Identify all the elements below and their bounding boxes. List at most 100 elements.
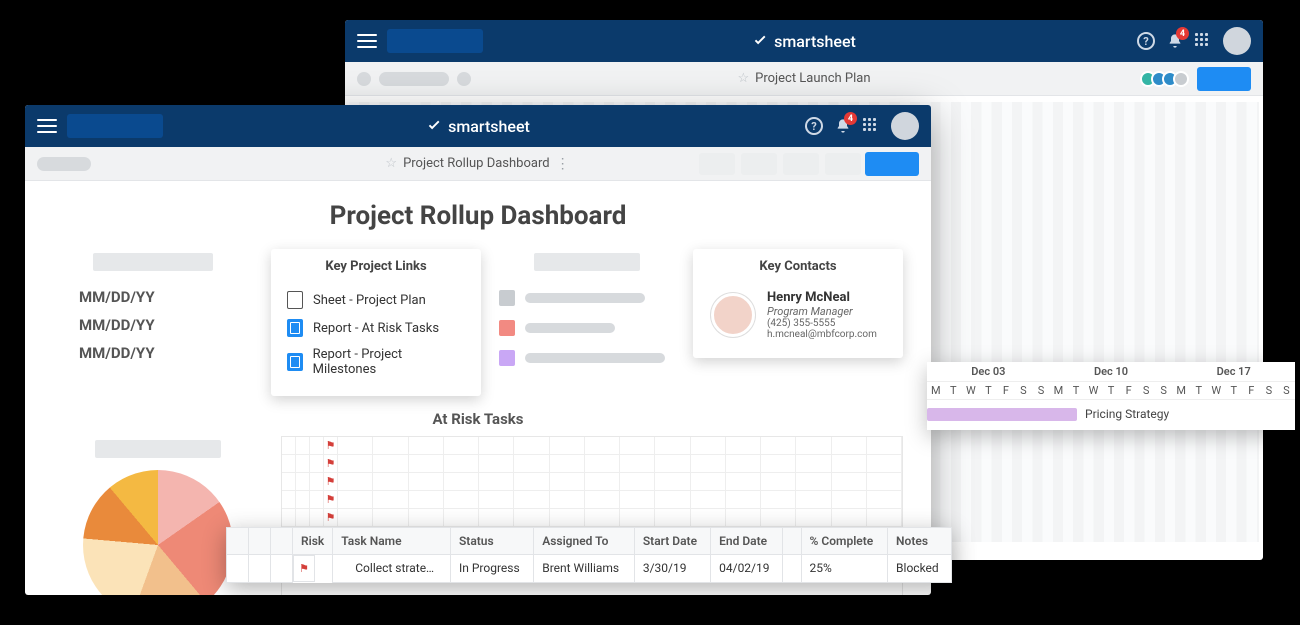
link-report-at-risk[interactable]: Report - At Risk Tasks <box>287 314 465 342</box>
gantt-popover: Dec 03 Dec 10 Dec 17 MTWTFSSMTWTFSSMTWTF… <box>927 362 1295 430</box>
search-input[interactable] <box>387 29 483 53</box>
gantt-day-label: S <box>1278 382 1296 399</box>
tab-title[interactable]: ☆ Project Rollup Dashboard ⋮ <box>385 156 570 172</box>
end-date-cell[interactable]: 04/02/19 <box>711 555 783 583</box>
legend-item <box>499 313 675 343</box>
toolbar-placeholders <box>699 153 861 175</box>
contact-phone: (425) 355-5555 <box>767 318 877 329</box>
widget-header-placeholder <box>534 253 640 271</box>
column-header[interactable]: End Date <box>711 528 783 555</box>
star-icon[interactable]: ☆ <box>385 156 397 171</box>
avatar[interactable] <box>1223 27 1251 55</box>
brand-logo: smartsheet <box>426 117 530 136</box>
date-value: MM/DD/YY <box>79 283 253 311</box>
column-header[interactable]: Status <box>450 528 533 555</box>
notification-bell-icon[interactable]: 4 <box>1167 33 1183 49</box>
link-sheet-project-plan[interactable]: Sheet - Project Plan <box>287 286 465 314</box>
page-title: Project Rollup Dashboard <box>53 201 903 231</box>
task-name-cell[interactable]: Collect strate… <box>333 555 451 583</box>
table-row[interactable]: ⚑ <box>282 473 902 491</box>
date-value: MM/DD/YY <box>79 339 253 367</box>
flag-icon: ⚑ <box>324 455 338 473</box>
status-cell[interactable]: In Progress <box>450 555 533 583</box>
gantt-day-label: M <box>927 382 945 399</box>
column-header[interactable] <box>783 528 801 555</box>
start-date-cell[interactable]: 3/30/19 <box>634 555 710 583</box>
column-header[interactable] <box>249 528 271 555</box>
tab-placeholder[interactable] <box>357 72 371 86</box>
apps-icon[interactable] <box>1195 33 1211 49</box>
table-row[interactable]: ⚑ <box>282 455 902 473</box>
share-button[interactable] <box>865 152 919 176</box>
column-header[interactable] <box>271 528 293 555</box>
report-icon <box>287 353 303 371</box>
table-row[interactable]: ⚑ <box>282 491 902 509</box>
notes-cell[interactable]: Blocked <box>888 555 952 583</box>
pct-complete-cell[interactable]: 25% <box>801 555 888 583</box>
pie-chart <box>83 470 233 595</box>
assignee-cell[interactable]: Brent Williams <box>534 555 635 583</box>
key-contacts-card: Key Contacts Henry McNeal Program Manage… <box>693 249 903 358</box>
avatar[interactable] <box>891 112 919 140</box>
column-header[interactable]: % Complete <box>801 528 888 555</box>
more-icon[interactable]: ⋮ <box>556 156 571 172</box>
tabbar-back: ☆ Project Launch Plan <box>345 62 1263 96</box>
gantt-day-label: S <box>1137 382 1155 399</box>
legend-item <box>499 343 675 373</box>
search-input[interactable] <box>67 114 163 138</box>
menu-icon[interactable] <box>37 119 57 133</box>
column-header[interactable] <box>227 528 249 555</box>
gantt-day-label: T <box>1225 382 1243 399</box>
flag-icon: ⚑ <box>324 509 338 527</box>
contact-name: Henry McNeal <box>767 290 877 305</box>
column-header[interactable]: Risk <box>293 528 333 555</box>
brand-logo: smartsheet <box>752 32 856 51</box>
tab-placeholder[interactable] <box>379 72 449 86</box>
swatch-icon <box>499 290 515 306</box>
collab-avatars[interactable] <box>1145 71 1189 87</box>
gantt-day-label: T <box>980 382 998 399</box>
date-value: MM/DD/YY <box>79 311 253 339</box>
column-header[interactable]: Start Date <box>634 528 710 555</box>
table-row[interactable]: ⚑ Collect strate… In Progress Brent Will… <box>227 555 952 583</box>
share-button[interactable] <box>1197 67 1251 91</box>
topbar-back: smartsheet ? 4 <box>345 20 1263 62</box>
gantt-day-label: F <box>1243 382 1261 399</box>
gantt-day-label: W <box>1208 382 1226 399</box>
help-icon[interactable]: ? <box>1137 32 1155 50</box>
flag-icon: ⚑ <box>324 473 338 491</box>
widget-header-placeholder <box>93 253 213 271</box>
link-report-milestones[interactable]: Report - Project Milestones <box>287 342 465 382</box>
widget-header-placeholder <box>95 440 221 458</box>
collaborators <box>1145 67 1251 91</box>
report-icon <box>287 319 303 337</box>
front-window: smartsheet ? 4 ☆ Project Rollup Dashboar… <box>25 105 931 595</box>
table-row[interactable]: ⚑ <box>282 509 902 527</box>
gantt-day-label: S <box>1015 382 1033 399</box>
gantt-day-label: W <box>962 382 980 399</box>
gantt-day-label: W <box>1085 382 1103 399</box>
topbar-front: smartsheet ? 4 <box>25 105 931 147</box>
column-header[interactable]: Assigned To <box>534 528 635 555</box>
tab-placeholder[interactable] <box>37 157 91 171</box>
flag-icon: ⚑ <box>293 555 315 582</box>
star-icon[interactable]: ☆ <box>737 71 749 86</box>
gantt-day-label: M <box>1050 382 1068 399</box>
table-row[interactable]: ⚑ <box>282 437 902 455</box>
gantt-task-label: Pricing Strategy <box>1085 407 1169 421</box>
flag-icon: ⚑ <box>324 437 338 455</box>
gantt-bar[interactable] <box>927 408 1077 421</box>
help-icon[interactable]: ? <box>805 117 823 135</box>
contact-email: h.mcneal@mbfcorp.com <box>767 329 877 340</box>
column-header[interactable]: Notes <box>888 528 952 555</box>
notification-bell-icon[interactable]: 4 <box>835 118 851 134</box>
menu-icon[interactable] <box>357 34 377 48</box>
sheet-icon <box>287 291 303 309</box>
tab-placeholder[interactable] <box>457 72 471 86</box>
column-header[interactable]: Task Name <box>333 528 451 555</box>
gantt-day-label: S <box>1260 382 1278 399</box>
apps-icon[interactable] <box>863 118 879 134</box>
tab-title[interactable]: ☆ Project Launch Plan <box>737 71 870 86</box>
gantt-day-label: S <box>1032 382 1050 399</box>
contact-avatar <box>711 293 755 337</box>
